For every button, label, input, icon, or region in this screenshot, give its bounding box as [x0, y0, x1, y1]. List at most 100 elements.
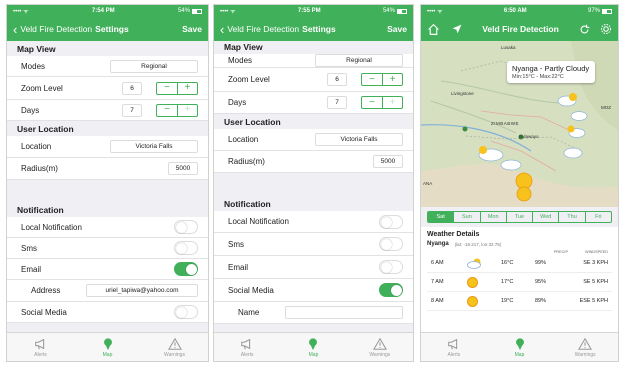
address-field[interactable]: uriel_tapiwa@yahoo.com: [86, 284, 198, 297]
row-time: 8 AM: [431, 298, 444, 304]
megaphone-icon: [241, 338, 251, 349]
row-temp: 19°C: [501, 298, 514, 304]
days-stepper[interactable]: − +: [361, 96, 403, 109]
sun-icon: [467, 276, 501, 288]
row-wind: SE 3 KPH: [583, 260, 608, 266]
status-bar: •••• ᯤ 7:55 PM 54%: [214, 5, 413, 17]
email-toggle[interactable]: [174, 262, 198, 276]
map-pin-icon: [515, 337, 524, 350]
zoom-level-row: Zoom Level 6 − +: [7, 77, 208, 100]
radius-label: Radius(m): [228, 157, 265, 166]
sun-icon[interactable]: [515, 172, 533, 202]
settings-screen-1: •••• ᯤ 7:54 PM 54% ‹ Veld Fire Detection…: [6, 4, 209, 362]
tab-warnings[interactable]: Warnings: [552, 333, 618, 361]
local-notification-toggle[interactable]: [174, 220, 198, 234]
day-tab-thu[interactable]: Thu: [558, 212, 584, 222]
plus-icon[interactable]: +: [177, 82, 197, 94]
location-field[interactable]: Victoria Falls: [110, 140, 198, 153]
local-notification-label: Local Notification: [228, 217, 289, 226]
minus-icon[interactable]: −: [362, 74, 382, 85]
address-row: Address uriel_tapiwa@yahoo.com: [7, 280, 208, 302]
days-stepper[interactable]: − +: [156, 103, 198, 117]
stage: •••• ᯤ 7:54 PM 54% ‹ Veld Fire Detection…: [0, 0, 623, 367]
signal-icon: •••• ᯤ: [13, 9, 29, 15]
location-arrow-icon[interactable]: [452, 24, 462, 34]
weather-row: 6 AM 16°C 99% SE 3 KPH: [427, 254, 612, 273]
back-button[interactable]: ‹ Veld Fire Detection Settings: [13, 23, 129, 36]
day-tab-sun[interactable]: Sun: [453, 212, 479, 222]
weather-row: 7 AM 17°C 95% SE 5 KPH: [427, 273, 612, 292]
map-pin-icon: [103, 337, 112, 350]
zoom-level-stepper[interactable]: − +: [361, 73, 403, 86]
minus-icon[interactable]: −: [157, 83, 177, 94]
tab-warnings[interactable]: Warnings: [141, 333, 208, 361]
days-label: Days: [228, 98, 247, 107]
map-label-bulawayo: Bulawayo: [519, 134, 539, 139]
save-button[interactable]: Save: [182, 24, 202, 34]
modes-select[interactable]: Regional: [110, 59, 198, 73]
name-row: Name: [214, 302, 413, 324]
battery-indicator: 54%: [383, 8, 407, 14]
email-toggle[interactable]: [379, 260, 403, 274]
social-media-row: Social Media: [7, 302, 208, 323]
map-label-zimbabwe: ZIMBABWE: [491, 121, 520, 126]
social-media-toggle[interactable]: [174, 305, 198, 319]
weather-details-title: Weather Details: [427, 231, 480, 238]
local-notification-label: Local Notification: [21, 222, 82, 232]
plus-icon[interactable]: +: [382, 97, 402, 108]
radius-field[interactable]: 5000: [373, 155, 403, 168]
tab-alerts[interactable]: Alerts: [7, 333, 74, 361]
sun-icon: [467, 295, 501, 307]
days-row: Days 7 − +: [7, 100, 208, 121]
zoom-level-stepper[interactable]: − +: [156, 81, 198, 95]
tab-map[interactable]: Map: [74, 333, 141, 361]
email-row: Email: [7, 259, 208, 280]
name-label: Name: [238, 308, 260, 317]
radius-field[interactable]: 5000: [168, 162, 198, 175]
refresh-icon[interactable]: [579, 24, 590, 35]
day-tab-mon[interactable]: Mon: [479, 212, 506, 222]
modes-row: Modes Regional: [7, 56, 208, 77]
row-wind: ESE 5 KPH: [579, 298, 608, 304]
day-tab-tue[interactable]: Tue: [505, 212, 532, 222]
map-screen: •••• ᯤ 6:50 AM 97% Veld Fire Detection L…: [420, 4, 619, 362]
tab-label: Warnings: [369, 351, 391, 358]
location-field[interactable]: Victoria Falls: [315, 133, 403, 146]
map-view[interactable]: Lusaka Livingstone ZIMBABWE Bulawayo MOZ…: [421, 41, 618, 207]
tab-map[interactable]: Map: [487, 333, 553, 361]
settings-list[interactable]: Map View Modes Regional Zoom Level 6 − + …: [214, 41, 413, 332]
tab-warnings[interactable]: Warnings: [347, 333, 413, 361]
tab-map[interactable]: Map: [280, 333, 346, 361]
callout-subtitle: Min:15°C - Max:22°C: [512, 74, 564, 80]
zoom-level-row: Zoom Level 6 − +: [214, 68, 413, 92]
cloud-icon[interactable]: [500, 159, 522, 171]
minus-icon[interactable]: −: [157, 105, 177, 116]
status-time: 7:54 PM: [91, 8, 115, 14]
day-tab-wed[interactable]: Wed: [532, 212, 558, 222]
radius-row: Radius(m) 5000: [214, 151, 413, 173]
local-notification-toggle[interactable]: [379, 214, 403, 229]
day-tab-fri[interactable]: Fri: [584, 212, 611, 222]
save-button[interactable]: Save: [387, 24, 407, 34]
days-label: Days: [21, 105, 40, 115]
day-tab-sat[interactable]: Sat: [428, 212, 454, 222]
back-button[interactable]: ‹ Veld Fire Detection Settings: [220, 23, 336, 36]
sms-toggle[interactable]: [174, 241, 198, 255]
cloud-icon[interactable]: [570, 111, 588, 121]
social-media-toggle[interactable]: [379, 283, 403, 297]
plus-icon[interactable]: +: [177, 104, 197, 116]
gear-icon[interactable]: [600, 23, 612, 35]
plus-icon[interactable]: +: [382, 74, 402, 85]
tab-alerts[interactable]: Alerts: [214, 333, 280, 361]
tab-alerts[interactable]: Alerts: [421, 333, 487, 361]
minus-icon[interactable]: −: [362, 97, 382, 108]
map-callout[interactable]: Nyanga - Partly Cloudy Min:15°C - Max:22…: [507, 61, 595, 83]
day-selector: Sat Sun Mon Tue Wed Thu Fri: [427, 211, 612, 223]
section-gap: [7, 180, 208, 202]
name-field[interactable]: [285, 306, 403, 319]
cloud-icon[interactable]: [563, 147, 583, 159]
modes-select[interactable]: Regional: [315, 54, 403, 67]
settings-list[interactable]: Map View Modes Regional Zoom Level 6 − + …: [7, 41, 208, 332]
home-icon[interactable]: [427, 23, 440, 36]
sms-toggle[interactable]: [379, 237, 403, 251]
